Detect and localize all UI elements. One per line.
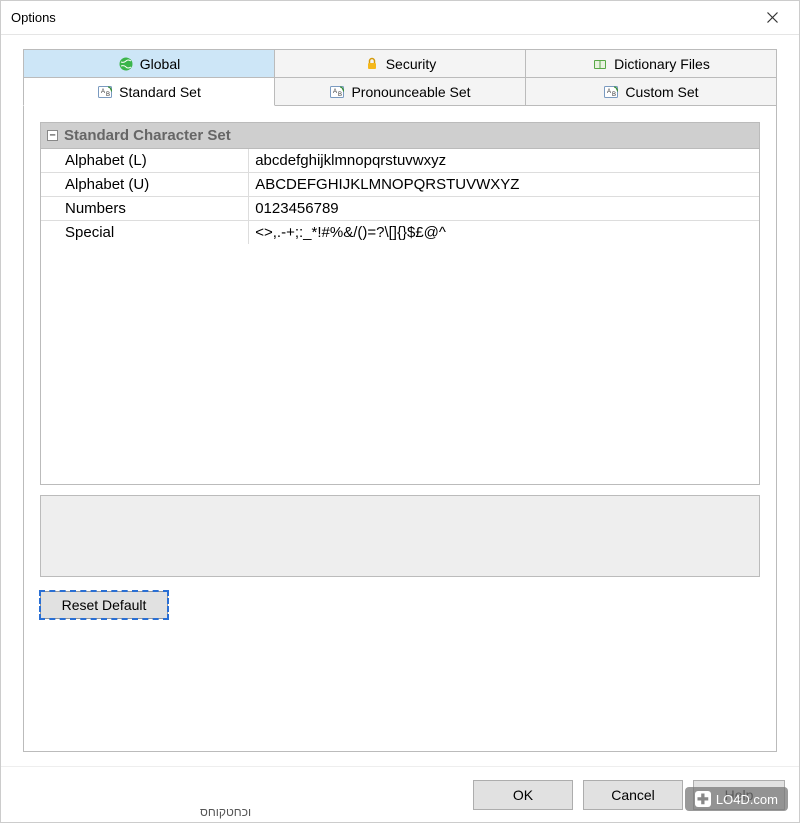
svg-text:A: A xyxy=(333,89,337,95)
property-key: Alphabet (L) xyxy=(41,149,249,172)
lock-icon xyxy=(364,56,380,72)
property-value[interactable]: <>,.-+;:_*!#%&/()=?\[]{}$£@^ xyxy=(249,221,759,244)
window-title: Options xyxy=(11,10,56,25)
collapse-icon[interactable]: − xyxy=(47,130,58,141)
set-icon: AB xyxy=(97,84,113,100)
set-icon: AB xyxy=(603,84,619,100)
tab-label: Dictionary Files xyxy=(614,56,710,72)
property-value[interactable]: 0123456789 xyxy=(249,197,759,220)
svg-text:B: B xyxy=(612,92,616,98)
ok-button[interactable]: OK xyxy=(473,780,573,810)
tab-label: Security xyxy=(386,56,437,72)
tab-row-top: Global Security Dictionary Files xyxy=(23,49,777,77)
svg-text:A: A xyxy=(101,89,105,95)
watermark: ✚ LO4D.com xyxy=(685,787,788,811)
property-key: Numbers xyxy=(41,197,249,220)
close-button[interactable] xyxy=(749,3,795,33)
group-title: Standard Character Set xyxy=(64,127,231,144)
property-row[interactable]: Alphabet (L) abcdefghijklmnopqrstuvwxyz xyxy=(41,149,759,173)
reset-default-button[interactable]: Reset Default xyxy=(40,591,168,619)
watermark-plus-icon: ✚ xyxy=(695,791,711,807)
property-value[interactable]: abcdefghijklmnopqrstuvwxyz xyxy=(249,149,759,172)
property-key: Alphabet (U) xyxy=(41,173,249,196)
dialog-button-row: OK Cancel Help xyxy=(1,766,799,822)
svg-text:A: A xyxy=(607,89,611,95)
tab-row-bottom: AB Standard Set AB Pronounceable Set AB … xyxy=(23,77,777,105)
watermark-text: LO4D.com xyxy=(716,792,778,807)
tab-panel-standard-set: − Standard Character Set Alphabet (L) ab… xyxy=(23,105,777,752)
tab-label: Standard Set xyxy=(119,84,201,100)
tab-label: Custom Set xyxy=(625,84,698,100)
tab-pronounceable-set[interactable]: AB Pronounceable Set xyxy=(275,77,526,105)
property-grid: − Standard Character Set Alphabet (L) ab… xyxy=(40,122,760,485)
titlebar: Options xyxy=(1,1,799,35)
options-dialog: Options Global Security D xyxy=(0,0,800,823)
close-icon xyxy=(767,12,778,23)
property-row[interactable]: Special <>,.-+;:_*!#%&/()=?\[]{}$£@^ xyxy=(41,221,759,244)
property-group-header[interactable]: − Standard Character Set xyxy=(41,123,759,149)
dictionary-icon xyxy=(592,56,608,72)
dialog-content: Global Security Dictionary Files AB St xyxy=(1,35,799,766)
cancel-button[interactable]: Cancel xyxy=(583,780,683,810)
property-value[interactable]: ABCDEFGHIJKLMNOPQRSTUVWXYZ xyxy=(249,173,759,196)
tab-global[interactable]: Global xyxy=(23,49,275,77)
svg-text:B: B xyxy=(338,92,342,98)
tab-dictionary-files[interactable]: Dictionary Files xyxy=(526,49,777,77)
property-grid-body: Alphabet (L) abcdefghijklmnopqrstuvwxyz … xyxy=(41,149,759,484)
globe-icon xyxy=(118,56,134,72)
svg-text:B: B xyxy=(106,92,110,98)
set-icon: AB xyxy=(329,84,345,100)
property-key: Special xyxy=(41,221,249,244)
property-row[interactable]: Numbers 0123456789 xyxy=(41,197,759,221)
tab-label: Pronounceable Set xyxy=(351,84,470,100)
description-panel xyxy=(40,495,760,577)
property-row[interactable]: Alphabet (U) ABCDEFGHIJKLMNOPQRSTUVWXYZ xyxy=(41,173,759,197)
tab-custom-set[interactable]: AB Custom Set xyxy=(526,77,777,105)
background-bottom-text: וכחטקוחס xyxy=(200,805,251,819)
tab-standard-set[interactable]: AB Standard Set xyxy=(23,77,275,106)
tab-label: Global xyxy=(140,56,180,72)
tab-security[interactable]: Security xyxy=(275,49,526,77)
